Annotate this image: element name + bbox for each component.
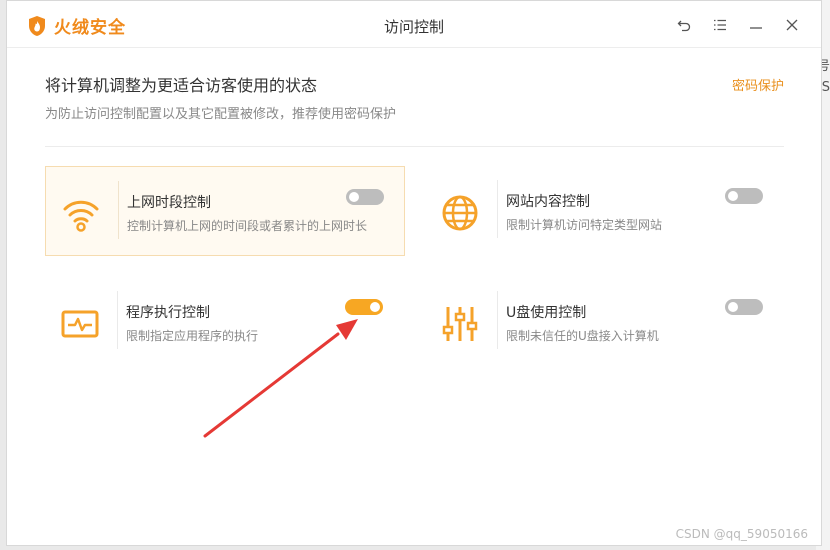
globe-icon [442, 195, 478, 231]
background-text: S [821, 80, 830, 95]
card-internet-time-control[interactable]: 上网时段控制 控制计算机上网的时间段或者累计的上网时长 [45, 166, 405, 256]
card-description: 限制未信任的U盘接入计算机 [506, 329, 659, 343]
card-description: 限制计算机访问特定类型网站 [506, 218, 663, 232]
close-icon [786, 19, 798, 31]
internet-time-toggle[interactable] [346, 189, 384, 205]
menu-icon [714, 19, 726, 31]
card-usb-usage-control[interactable]: U盘使用控制 限制未信任的U盘接入计算机 [425, 277, 785, 367]
back-button[interactable] [669, 13, 699, 37]
card-divider [497, 180, 498, 238]
close-button[interactable] [777, 13, 807, 37]
toggle-knob [370, 302, 380, 312]
wifi-icon [63, 200, 99, 232]
toggle-knob [728, 302, 738, 312]
minimize-icon [750, 27, 762, 29]
card-description: 限制指定应用程序的执行 [126, 329, 259, 343]
menu-button[interactable] [705, 13, 735, 37]
card-title: 程序执行控制 [126, 305, 210, 321]
program-execution-toggle[interactable] [345, 299, 383, 315]
website-content-toggle[interactable] [725, 188, 763, 204]
minimize-button[interactable] [741, 13, 771, 37]
sliders-icon [442, 307, 478, 341]
toggle-knob [349, 192, 359, 202]
usb-usage-toggle[interactable] [725, 299, 763, 315]
card-title: U盘使用控制 [506, 305, 587, 321]
toggle-knob [728, 191, 738, 201]
page-subheading: 为防止访问控制配置以及其它配置被修改，推荐使用密码保护 [45, 107, 397, 122]
back-icon [677, 20, 691, 32]
title-bar: 火绒安全 访问控制 [7, 1, 821, 48]
watermark: CSDN @qq_59050166 [675, 527, 808, 541]
card-title: 网站内容控制 [506, 194, 590, 210]
card-divider [497, 291, 498, 349]
card-description: 控制计算机上网的时间段或者累计的上网时长 [127, 219, 368, 233]
monitor-pulse-icon [61, 310, 99, 338]
divider [45, 146, 784, 147]
card-divider [118, 181, 119, 239]
access-control-window: 火绒安全 访问控制 将计算机调整为更适合访客使用的状态 为防止访问控制配置以及其… [6, 0, 822, 546]
card-website-content-control[interactable]: 网站内容控制 限制计算机访问特定类型网站 [425, 166, 785, 256]
card-title: 上网时段控制 [127, 195, 211, 211]
card-divider [117, 291, 118, 349]
card-program-execution-control[interactable]: 程序执行控制 限制指定应用程序的执行 [45, 277, 405, 367]
page-heading: 将计算机调整为更适合访客使用的状态 [45, 76, 318, 95]
password-protection-link[interactable]: 密码保护 [732, 75, 784, 94]
